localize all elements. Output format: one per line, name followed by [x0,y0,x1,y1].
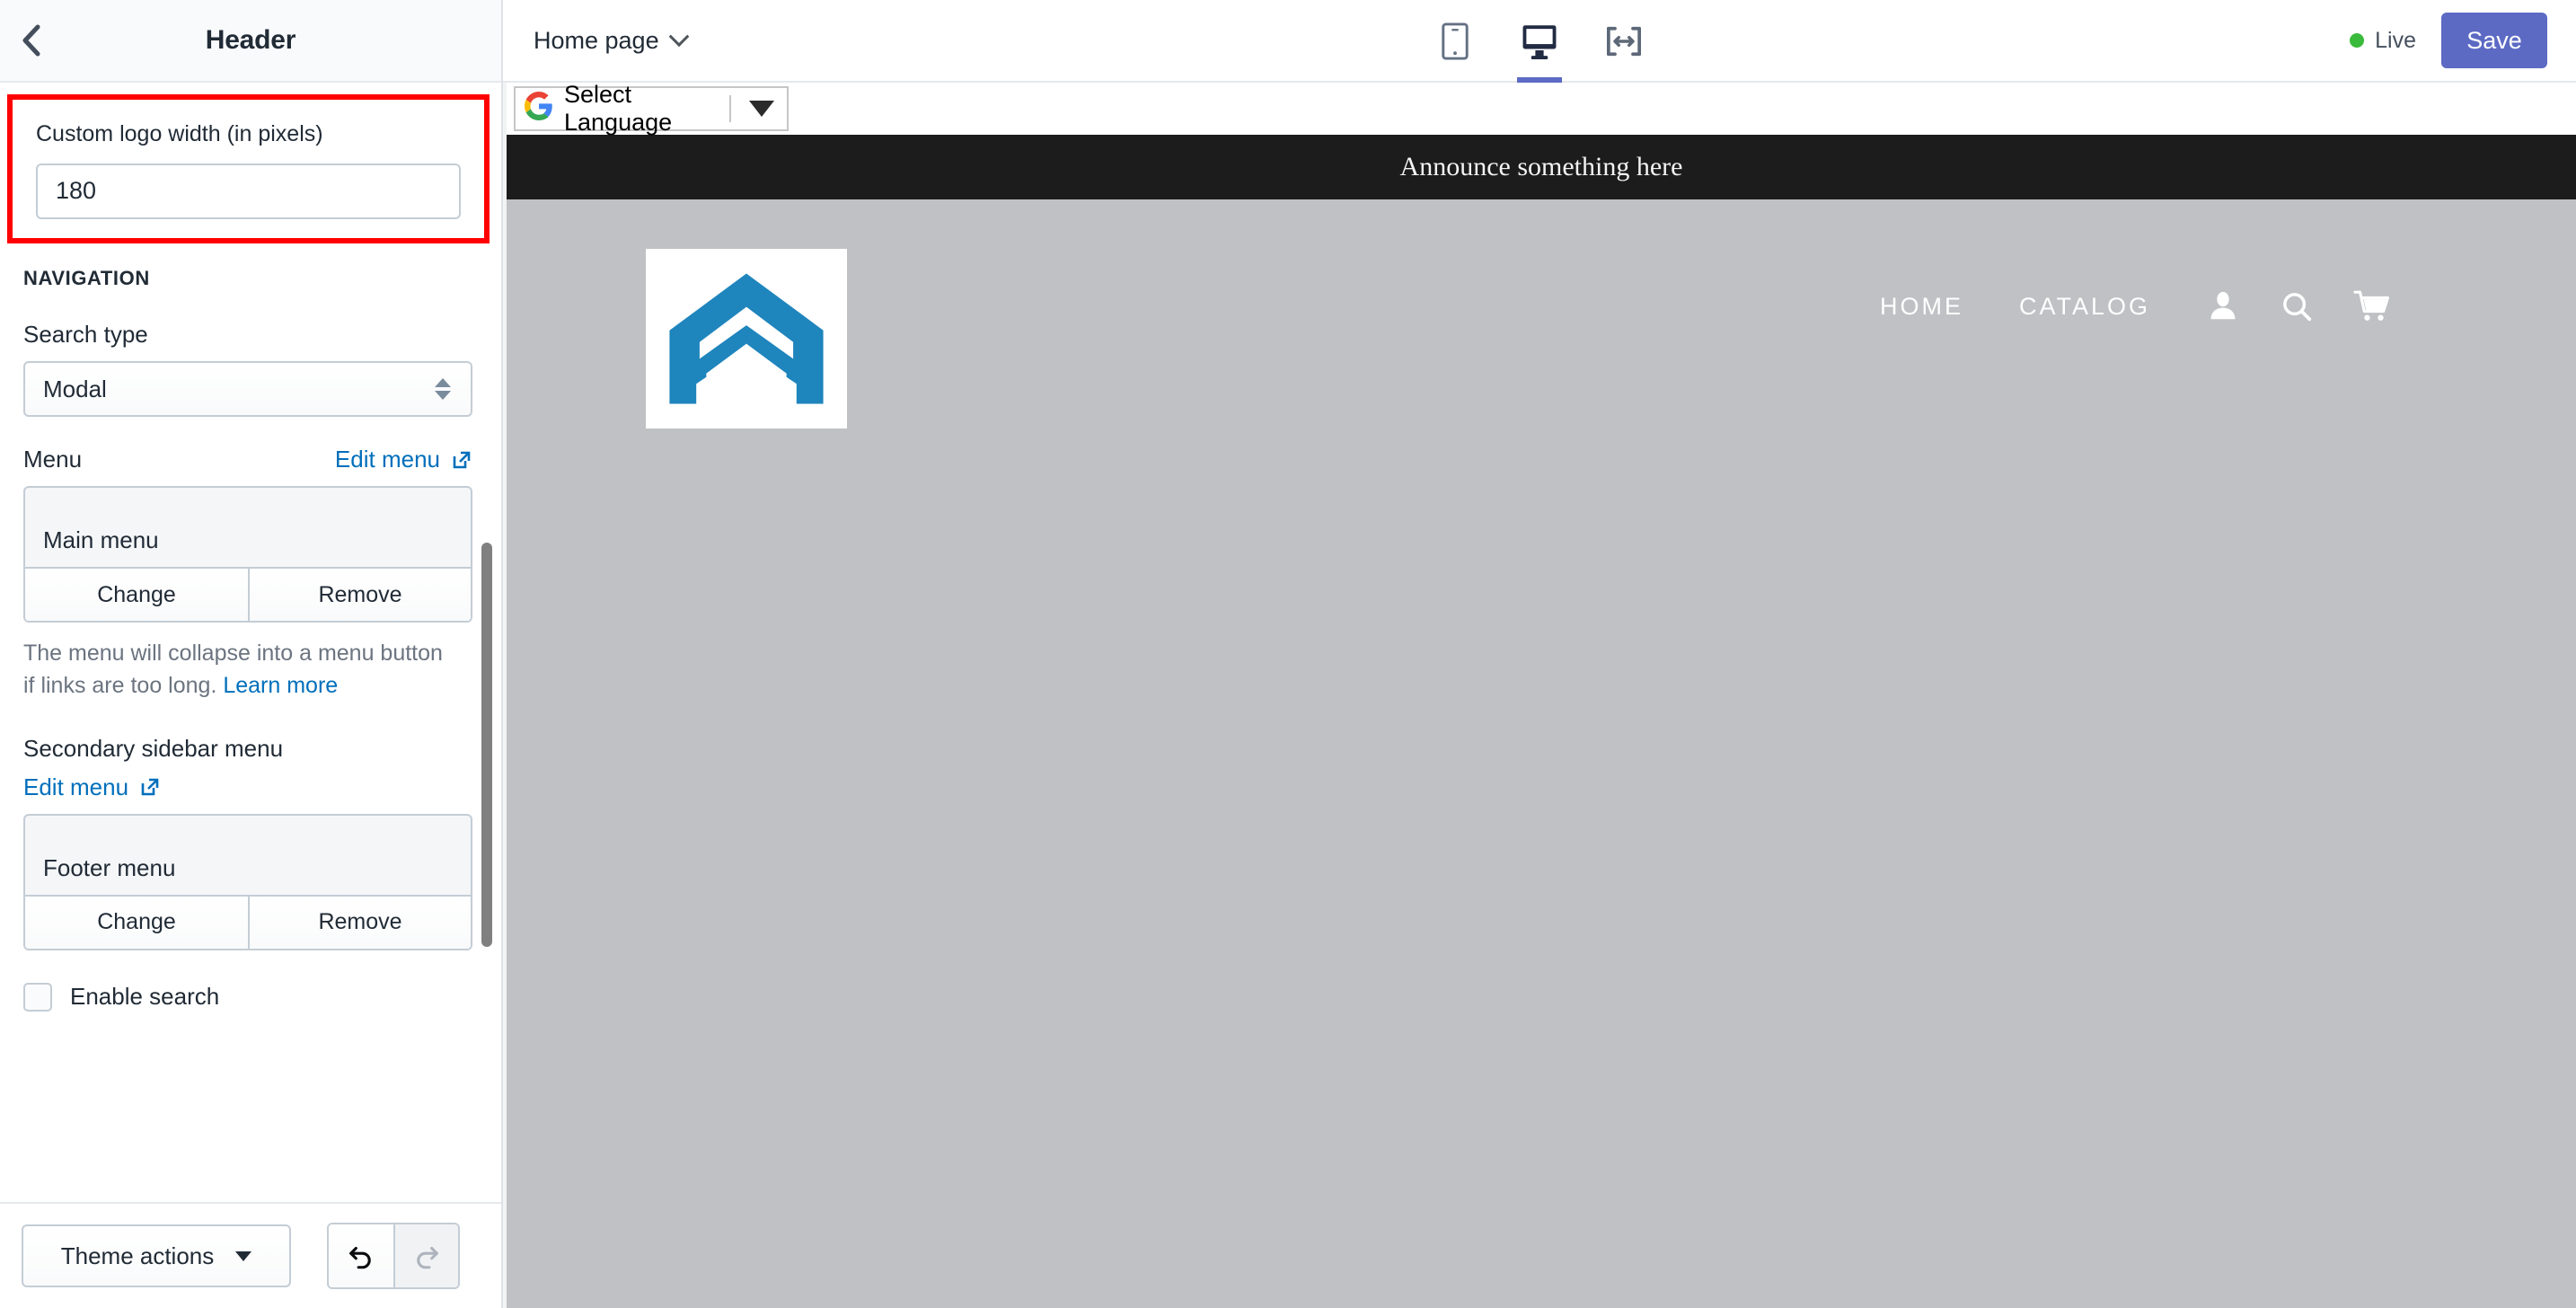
undo-redo-group [327,1223,460,1289]
panel-title: Header [205,25,296,55]
sidebar-scroll-area: Custom logo width (in pixels) NAVIGATION… [0,83,501,1202]
cart-icon-button[interactable] [2353,289,2391,323]
sidebar-footer-toolbar: Theme actions [0,1202,501,1308]
search-type-select-wrapper: Modal [23,361,472,417]
edit-menu-link-secondary[interactable]: Edit menu [23,773,161,801]
storefront-preview-frame: Select Language Announce something here [503,83,2576,1308]
search-type-select[interactable]: Modal [23,361,472,417]
search-icon-button[interactable] [2280,289,2314,323]
live-status-badge: Live [2350,28,2416,54]
fullwidth-icon [1607,26,1641,57]
search-type-value: Modal [43,375,107,402]
menu-label-row: Menu Edit menu [23,446,472,473]
theme-actions-button[interactable]: Theme actions [22,1224,291,1287]
device-fullwidth-button[interactable] [1594,0,1654,83]
divider [729,95,731,122]
menu-help-learn-more-link[interactable]: Learn more [223,673,338,698]
primary-menu-change-button[interactable]: Change [25,569,248,621]
edit-menu-link-primary[interactable]: Edit menu [335,446,472,473]
redo-icon [417,1246,438,1269]
live-status-dot [2350,33,2365,48]
custom-logo-width-label: Custom logo width (in pixels) [36,121,323,146]
caret-down-icon [749,101,774,117]
edit-menu-label-secondary: Edit menu [23,773,129,800]
chevron-down-icon [668,26,689,48]
highlighted-setting-group: Custom logo width (in pixels) [7,94,490,243]
google-translate-widget[interactable]: Select Language [514,83,789,136]
page-selector-label: Home page [534,26,659,54]
cart-icon [2353,290,2389,321]
theme-editor-app: Header Custom logo width (in pixels) NAV… [0,0,2576,1308]
search-icon [2283,293,2312,322]
external-link-icon [453,451,471,468]
secondary-menu-selected: Footer menu [43,853,176,881]
chevron-logo-icon [669,273,824,404]
navigation-section-heading: NAVIGATION [23,267,150,289]
menu-label: Menu [23,446,83,473]
secondary-menu-label: Secondary sidebar menu [23,734,284,762]
device-desktop-button[interactable] [1510,0,1569,83]
secondary-menu-remove-button[interactable]: Remove [248,896,471,949]
account-icon-button[interactable] [2206,289,2240,323]
settings-sidebar: Header Custom logo width (in pixels) NAV… [0,0,503,1308]
theme-actions-label: Theme actions [60,1242,215,1269]
menu-help-text: The menu will collapse into a menu butto… [23,637,446,703]
desktop-icon [1522,25,1557,59]
device-mobile-button[interactable] [1425,0,1485,83]
store-logo[interactable] [646,249,847,429]
primary-menu-remove-button[interactable]: Remove [248,569,471,621]
redo-button[interactable] [393,1224,458,1287]
enable-search-row[interactable]: Enable search [23,982,481,1012]
custom-logo-width-input[interactable] [36,163,461,219]
storefront-preview: Select Language Announce something here [507,83,2576,1308]
back-button[interactable] [0,0,63,82]
edit-menu-label: Edit menu [334,446,440,473]
topbar-actions: Live Save [2350,13,2547,68]
primary-menu-selected: Main menu [43,526,159,553]
secondary-menu-card: Footer menu Change Remove [23,813,472,950]
storefront-nav-catalog[interactable]: CATALOG [2019,293,2150,321]
secondary-menu-change-button[interactable]: Change [25,896,248,949]
primary-menu-card: Main menu Change Remove [23,486,472,623]
external-link-icon [141,778,159,796]
editor-topbar: Home page Live Save [503,0,2576,83]
save-button[interactable]: Save [2441,13,2547,68]
device-preview-toggle-group [503,0,2576,83]
storefront-nav: HOME CATALOG [1880,289,2391,323]
announcement-bar: Announce something here [507,135,2576,199]
google-translate-bar: Select Language [507,83,2576,136]
enable-search-label: Enable search [70,983,220,1010]
mobile-icon [1442,22,1469,60]
chevron-left-icon [22,24,40,57]
chevron-down-icon [235,1251,252,1261]
sidebar-header: Header [0,0,501,83]
sidebar-scrollbar-track[interactable] [481,83,492,1202]
google-translate-label: Select Language [564,83,673,136]
live-status-label: Live [2375,27,2416,53]
account-icon [2210,291,2236,320]
secondary-menu-actions: Change Remove [25,894,471,949]
google-g-icon [525,92,553,126]
enable-search-checkbox[interactable] [23,982,52,1012]
preview-pane: Home page Live Save Select Language Anno… [503,0,2576,1308]
storefront-nav-home[interactable]: HOME [1880,293,1963,321]
page-selector[interactable]: Home page [534,26,689,55]
storefront-header-section: HOME CATALOG [507,199,2576,1308]
primary-menu-actions: Change Remove [25,567,471,621]
sidebar-scrollbar-thumb[interactable] [481,543,492,947]
undo-icon [349,1246,371,1269]
search-type-label: Search type [23,321,148,348]
undo-button[interactable] [329,1224,393,1287]
